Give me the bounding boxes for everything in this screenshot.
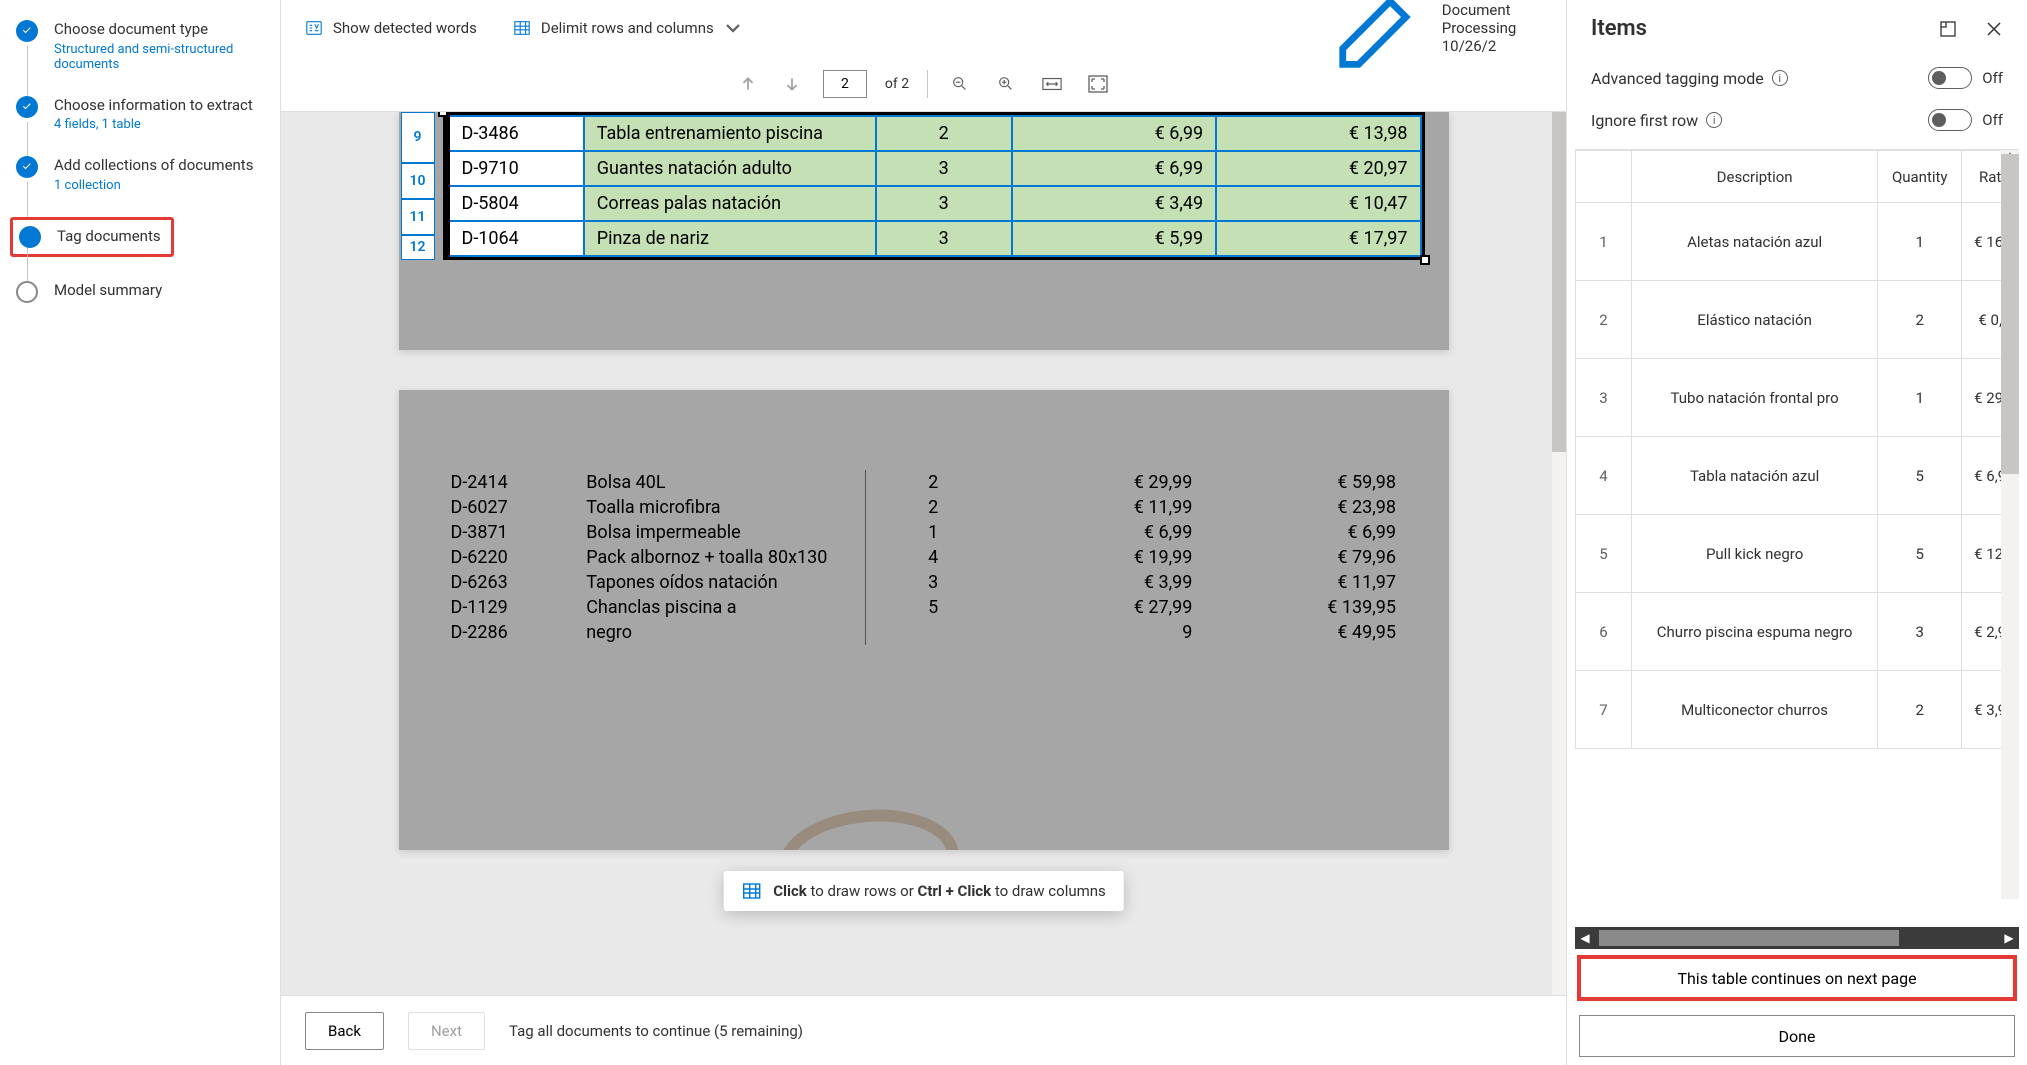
- chevron-down-icon: [724, 19, 742, 37]
- table-row[interactable]: D-5804 Correas palas natación 3 € 3,49 €…: [448, 186, 1421, 221]
- selection-handle-tl[interactable]: [438, 112, 448, 117]
- show-detected-words-button[interactable]: Show detected words: [305, 19, 477, 37]
- step-title: Add collections of documents: [54, 156, 253, 176]
- row-marker[interactable]: 11: [401, 199, 435, 235]
- step-document-type[interactable]: Choose document type Structured and semi…: [16, 20, 264, 96]
- page-number-input[interactable]: [823, 70, 867, 98]
- grid-horizontal-scrollbar[interactable]: ◀▶: [1575, 927, 2019, 949]
- grid-row[interactable]: 6Churro piscina espuma negro3€ 2,9: [1576, 593, 2019, 671]
- items-panel: Items Advanced tagging mode i Off Ignore …: [1567, 0, 2027, 1065]
- check-icon: [16, 156, 38, 178]
- grid-header[interactable]: Quantity: [1878, 151, 1962, 203]
- row-marker[interactable]: 12: [401, 235, 435, 260]
- hint-click: Click: [773, 882, 807, 900]
- grid-row[interactable]: 7Multiconector churros2€ 3,9: [1576, 671, 2019, 749]
- items-grid-wrapper: DescriptionQuantityRat 1Aletas natación …: [1575, 149, 2019, 927]
- step-title: Model summary: [54, 281, 162, 301]
- show-words-label: Show detected words: [333, 19, 477, 37]
- coffee-stain-decoration: [774, 802, 962, 850]
- table-row: D-6263 Tapones oídos natación 3 € 3,99 €…: [439, 570, 1409, 595]
- advanced-mode-label: Advanced tagging mode: [1591, 69, 1764, 88]
- step-subtitle: 4 fields, 1 table: [54, 117, 253, 132]
- step-subtitle: 1 collection: [54, 178, 253, 193]
- check-icon: [16, 96, 38, 118]
- page-up-button[interactable]: [735, 71, 761, 97]
- next-button: Next: [408, 1012, 485, 1050]
- page-down-button[interactable]: [779, 71, 805, 97]
- grid-vertical-scrollbar[interactable]: ▲: [2001, 150, 2019, 899]
- row-marker[interactable]: 9: [401, 112, 435, 163]
- grid-header[interactable]: [1576, 151, 1632, 203]
- wizard-nav: Choose document type Structured and semi…: [0, 0, 280, 1065]
- toolbar: Show detected words Delimit rows and col…: [281, 0, 1566, 56]
- grid-row[interactable]: 2Elástico natación2€ 0,: [1576, 281, 2019, 359]
- toggle-state: Off: [1982, 111, 2003, 129]
- document-page-2: D-2414 Bolsa 40L 2 € 29,99 € 59,98 D-602…: [399, 390, 1449, 850]
- toggle-state: Off: [1982, 69, 2003, 87]
- table-icon: [741, 881, 761, 901]
- done-button[interactable]: Done: [1579, 1015, 2015, 1057]
- document-workspace: Show detected words Delimit rows and col…: [280, 0, 1567, 1065]
- table-continues-button[interactable]: This table continues on next page: [1579, 957, 2015, 999]
- document-page-1: D-3486 Tabla entrenamiento piscina 2 € 6…: [399, 112, 1449, 350]
- ignore-first-row-label: Ignore first row: [1591, 111, 1698, 130]
- row-marker[interactable]: 10: [401, 163, 435, 199]
- step-collections[interactable]: Add collections of documents 1 collectio…: [16, 156, 264, 217]
- fit-page-button[interactable]: [1084, 71, 1112, 97]
- viewer-scrollbar[interactable]: [1552, 112, 1566, 995]
- step-model-summary[interactable]: Model summary: [16, 281, 264, 327]
- table-row: D-1129 Chanclas piscina a 5 € 27,99 € 13…: [439, 595, 1409, 620]
- table-row[interactable]: D-9710 Guantes natación adulto 3 € 6,99 …: [448, 151, 1421, 186]
- panel-title: Items: [1591, 16, 1647, 41]
- hint-ctrl: Ctrl + Click: [918, 882, 992, 900]
- grid-row[interactable]: 5Pull kick negro5€ 12,: [1576, 515, 2019, 593]
- doc-name-label: Document Processing 10/26/2: [1442, 1, 1542, 55]
- footer-bar: Back Next Tag all documents to continue …: [281, 995, 1566, 1065]
- close-icon[interactable]: [1985, 20, 2003, 38]
- table-row: D-3871 Bolsa impermeable 1 € 6,99 € 6,99: [439, 520, 1409, 545]
- page-navigator: of 2: [281, 56, 1566, 112]
- info-icon[interactable]: i: [1772, 70, 1788, 86]
- grid-row[interactable]: 1Aletas natación azul1€ 16,: [1576, 203, 2019, 281]
- step-subtitle: Structured and semi-structured documents: [54, 42, 264, 72]
- info-icon[interactable]: i: [1706, 112, 1722, 128]
- step-title: Tag documents: [57, 227, 161, 247]
- table-row: D-6220 Pack albornoz + toalla 80x130 4 €…: [439, 545, 1409, 570]
- delimit-label: Delimit rows and columns: [541, 19, 714, 37]
- ignore-first-row-toggle[interactable]: [1928, 109, 1972, 131]
- back-button[interactable]: Back: [305, 1012, 384, 1050]
- expand-icon[interactable]: [1939, 20, 1957, 38]
- grid-row[interactable]: 3Tubo natación frontal pro1€ 29,: [1576, 359, 2019, 437]
- pending-step-icon: [16, 281, 38, 303]
- table-row[interactable]: D-1064 Pinza de nariz 3 € 5,99 € 17,97: [448, 221, 1421, 256]
- fit-width-button[interactable]: [1038, 71, 1066, 97]
- zoom-in-button[interactable]: [992, 71, 1020, 97]
- zoom-out-button[interactable]: [946, 71, 974, 97]
- table-row: D-2286 negro 9 € 49,95: [439, 620, 1409, 645]
- table-row[interactable]: D-3486 Tabla entrenamiento piscina 2 € 6…: [448, 116, 1421, 151]
- document-viewer[interactable]: D-3486 Tabla entrenamiento piscina 2 € 6…: [281, 112, 1566, 995]
- draw-hint-tooltip: Click to draw rows or Ctrl + Click to dr…: [723, 871, 1124, 911]
- delimit-rows-columns-button[interactable]: Delimit rows and columns: [513, 19, 742, 37]
- step-title: Choose information to extract: [54, 96, 253, 116]
- footer-message: Tag all documents to continue (5 remaini…: [509, 1022, 803, 1040]
- selection-handle-br[interactable]: [1420, 255, 1430, 265]
- grid-row[interactable]: 4Tabla natación azul5€ 6,9: [1576, 437, 2019, 515]
- check-icon: [16, 20, 38, 42]
- advanced-mode-toggle[interactable]: [1928, 67, 1972, 89]
- table-row: D-2414 Bolsa 40L 2 € 29,99 € 59,98: [439, 470, 1409, 495]
- step-title: Choose document type: [54, 20, 264, 40]
- step-tag-documents[interactable]: Tag documents: [16, 217, 264, 281]
- grid-header[interactable]: Description: [1632, 151, 1878, 203]
- step-info-extract[interactable]: Choose information to extract 4 fields, …: [16, 96, 264, 157]
- table-row: D-6027 Toalla microfibra 2 € 11,99 € 23,…: [439, 495, 1409, 520]
- current-step-icon: [19, 226, 41, 248]
- page-of-label: of 2: [885, 76, 909, 92]
